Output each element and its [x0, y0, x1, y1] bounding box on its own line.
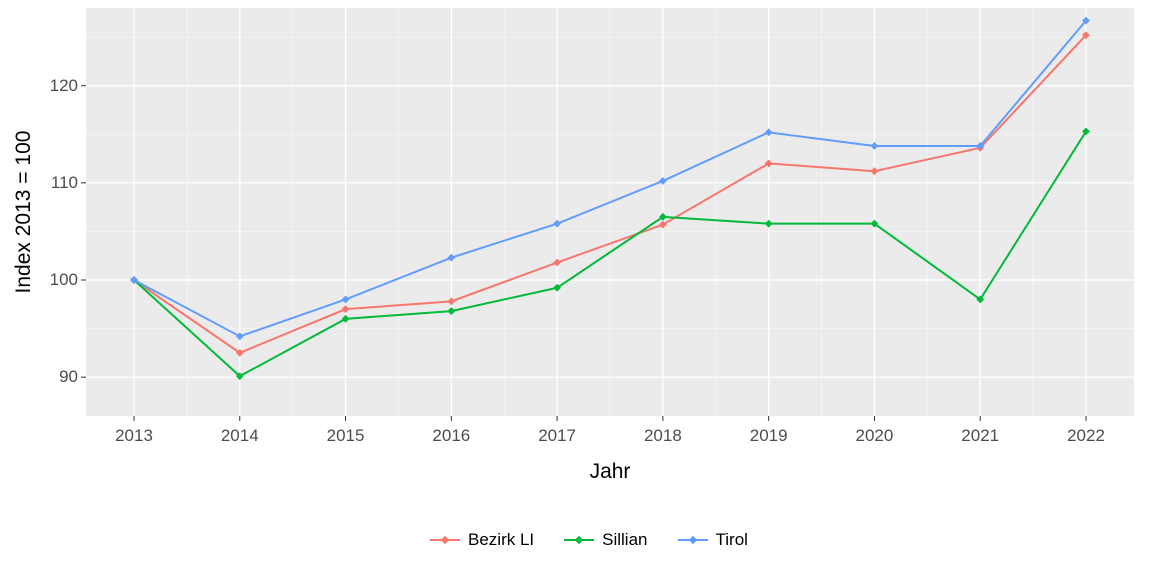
x-tick-label: 2013 — [115, 426, 153, 446]
legend-swatch-tirol — [678, 533, 708, 547]
x-tick-label: 2022 — [1067, 426, 1105, 446]
y-axis-title: Index 2013 = 100 — [12, 131, 36, 294]
x-tick-label: 2018 — [644, 426, 682, 446]
legend: Bezirk LI Sillian Tirol — [430, 530, 748, 550]
x-tick-label: 2017 — [538, 426, 576, 446]
x-tick-label: 2016 — [432, 426, 470, 446]
series-point — [871, 143, 877, 149]
x-tick-label: 2015 — [327, 426, 365, 446]
legend-label: Tirol — [716, 530, 748, 550]
x-axis-title: Jahr — [590, 460, 631, 484]
series-point — [554, 259, 560, 265]
y-tick-label: 100 — [50, 270, 78, 290]
x-tick-label: 2020 — [856, 426, 894, 446]
series-point — [554, 220, 560, 226]
legend-label: Sillian — [602, 530, 647, 550]
legend-item-tirol: Tirol — [678, 530, 748, 550]
plot-svg — [0, 0, 1152, 576]
y-tick-label: 120 — [50, 76, 78, 96]
chart-container: Index 2013 = 100 Jahr Bezirk LI Sillian … — [0, 0, 1152, 576]
legend-swatch-sillian — [564, 533, 594, 547]
series-point — [342, 306, 348, 312]
series-point — [448, 308, 454, 314]
x-tick-label: 2021 — [961, 426, 999, 446]
x-tick-label: 2014 — [221, 426, 259, 446]
legend-label: Bezirk LI — [468, 530, 534, 550]
series-point — [871, 168, 877, 174]
series-point — [765, 220, 771, 226]
series-point — [448, 298, 454, 304]
legend-item-sillian: Sillian — [564, 530, 647, 550]
y-tick-label: 110 — [51, 173, 78, 193]
x-tick-label: 2019 — [750, 426, 788, 446]
legend-swatch-bezirk-li — [430, 533, 460, 547]
series-point — [448, 254, 454, 260]
y-tick-label: 90 — [59, 367, 78, 387]
series-point — [342, 296, 348, 302]
legend-item-bezirk-li: Bezirk LI — [430, 530, 534, 550]
